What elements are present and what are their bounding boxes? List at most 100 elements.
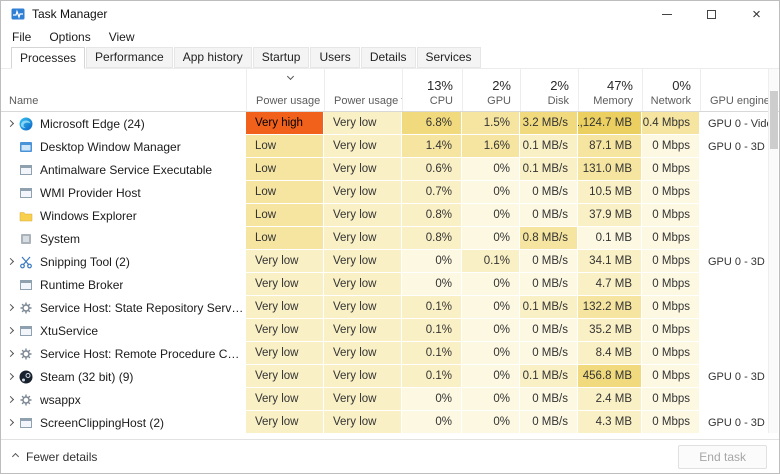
tab-startup[interactable]: Startup	[253, 47, 310, 68]
row-expander[interactable]	[1, 328, 19, 333]
cell-disk[interactable]: 0 MB/s	[520, 388, 578, 411]
cell-memory[interactable]: 35.2 MB	[578, 319, 642, 342]
cell-cpu[interactable]: 0%	[402, 388, 462, 411]
cell-memory[interactable]: 37.9 MB	[578, 204, 642, 227]
process-row-runtime-broker[interactable]: Runtime BrokerVery lowVery low0%0%0 MB/s…	[1, 273, 771, 296]
row-expander[interactable]	[1, 351, 19, 356]
cell-network[interactable]: 0 Mbps	[642, 365, 700, 388]
cell-gpu-engine[interactable]: GPU 0 - 3D	[700, 135, 771, 158]
cell-disk[interactable]: 0 MB/s	[520, 411, 578, 434]
cell-network[interactable]: 0 Mbps	[642, 204, 700, 227]
process-row-antimalware-service-executable[interactable]: Antimalware Service ExecutableLowVery lo…	[1, 158, 771, 181]
cell-disk[interactable]: 0 MB/s	[520, 319, 578, 342]
cell-cpu[interactable]: 0.1%	[402, 342, 462, 365]
column-header-power-usage[interactable]: Power usage	[246, 93, 324, 111]
cell-memory[interactable]: 132.2 MB	[578, 296, 642, 319]
cell-cpu[interactable]: 0.8%	[402, 204, 462, 227]
cell-gpu[interactable]: 0%	[462, 158, 520, 181]
cell-power-usage[interactable]: Low	[246, 181, 324, 204]
row-expander[interactable]	[1, 420, 19, 425]
cell-gpu-engine[interactable]	[700, 273, 771, 296]
process-row-system[interactable]: SystemLowVery low0.8%0%0.8 MB/s0.1 MB0 M…	[1, 227, 771, 250]
tab-users[interactable]: Users	[310, 47, 359, 68]
cell-gpu[interactable]: 0%	[462, 227, 520, 250]
cell-cpu[interactable]: 0.1%	[402, 296, 462, 319]
column-percent-gpu[interactable]: 2%	[462, 69, 520, 93]
cell-power-usage-trend[interactable]: Very low	[324, 365, 402, 388]
cell-network[interactable]: 0 Mbps	[642, 411, 700, 434]
minimize-button[interactable]	[644, 1, 689, 27]
cell-cpu[interactable]: 0.1%	[402, 365, 462, 388]
cell-network[interactable]: 0.4 Mbps	[642, 112, 700, 135]
cell-gpu[interactable]: 0%	[462, 181, 520, 204]
cell-gpu[interactable]: 0%	[462, 388, 520, 411]
process-row-wmi-provider-host[interactable]: WMI Provider HostLowVery low0.7%0%0 MB/s…	[1, 181, 771, 204]
cell-gpu[interactable]: 0%	[462, 411, 520, 434]
cell-network[interactable]: 0 Mbps	[642, 135, 700, 158]
row-expander[interactable]	[1, 305, 19, 310]
column-header-power-usage-trend[interactable]: Power usage tre...	[324, 93, 402, 111]
column-percent-gpu-engine[interactable]	[700, 69, 771, 93]
tab-details[interactable]: Details	[361, 47, 416, 68]
cell-gpu[interactable]: 0%	[462, 273, 520, 296]
cell-network[interactable]: 0 Mbps	[642, 296, 700, 319]
cell-power-usage-trend[interactable]: Very low	[324, 250, 402, 273]
cell-disk[interactable]: 0.1 MB/s	[520, 158, 578, 181]
cell-power-usage-trend[interactable]: Very low	[324, 388, 402, 411]
column-header-gpu[interactable]: GPU	[462, 93, 520, 111]
cell-disk[interactable]: 0 MB/s	[520, 250, 578, 273]
column-percent-disk[interactable]: 2%	[520, 69, 578, 93]
cell-memory[interactable]: 10.5 MB	[578, 181, 642, 204]
cell-power-usage[interactable]: Low	[246, 135, 324, 158]
cell-power-usage-trend[interactable]: Very low	[324, 342, 402, 365]
cell-cpu[interactable]: 0.6%	[402, 158, 462, 181]
cell-power-usage[interactable]: Very low	[246, 388, 324, 411]
tab-services[interactable]: Services	[417, 47, 481, 68]
cell-gpu[interactable]: 0%	[462, 204, 520, 227]
process-row-microsoft-edge-24[interactable]: Microsoft Edge (24)Very highVery low6.8%…	[1, 112, 771, 135]
column-header-cpu[interactable]: CPU	[402, 93, 462, 111]
cell-power-usage[interactable]: Very low	[246, 342, 324, 365]
cell-network[interactable]: 0 Mbps	[642, 319, 700, 342]
cell-network[interactable]: 0 Mbps	[642, 227, 700, 250]
cell-power-usage[interactable]: Very low	[246, 411, 324, 434]
column-percent-memory[interactable]: 47%	[578, 69, 642, 93]
cell-memory[interactable]: 8.4 MB	[578, 342, 642, 365]
cell-disk[interactable]: 0.8 MB/s	[520, 227, 578, 250]
cell-power-usage[interactable]: Low	[246, 227, 324, 250]
cell-power-usage[interactable]: Very low	[246, 273, 324, 296]
cell-memory[interactable]: 87.1 MB	[578, 135, 642, 158]
cell-gpu[interactable]: 1.5%	[462, 112, 520, 135]
cell-network[interactable]: 0 Mbps	[642, 250, 700, 273]
row-expander[interactable]	[1, 259, 19, 264]
process-row-service-host-remote-procedure-call-2[interactable]: Service Host: Remote Procedure Call (2)V…	[1, 342, 771, 365]
column-header-memory[interactable]: Memory	[578, 93, 642, 111]
title-bar[interactable]: Task Manager ×	[1, 1, 779, 27]
maximize-button[interactable]	[689, 1, 734, 27]
cell-memory[interactable]: 34.1 MB	[578, 250, 642, 273]
cell-cpu[interactable]: 0.1%	[402, 319, 462, 342]
cell-network[interactable]: 0 Mbps	[642, 158, 700, 181]
cell-power-usage-trend[interactable]: Very low	[324, 227, 402, 250]
cell-cpu[interactable]: 0%	[402, 411, 462, 434]
cell-gpu[interactable]: 1.6%	[462, 135, 520, 158]
cell-gpu-engine[interactable]	[700, 204, 771, 227]
cell-network[interactable]: 0 Mbps	[642, 181, 700, 204]
cell-gpu-engine[interactable]	[700, 158, 771, 181]
process-row-steam-32-bit-9[interactable]: Steam (32 bit) (9)Very lowVery low0.1%0%…	[1, 365, 771, 388]
cell-power-usage-trend[interactable]: Very low	[324, 181, 402, 204]
cell-power-usage[interactable]: Very low	[246, 250, 324, 273]
cell-power-usage-trend[interactable]: Very low	[324, 158, 402, 181]
cell-power-usage[interactable]: Low	[246, 158, 324, 181]
column-percent-cpu[interactable]: 13%	[402, 69, 462, 93]
cell-memory[interactable]: 1,124.7 MB	[578, 112, 642, 135]
cell-cpu[interactable]: 1.4%	[402, 135, 462, 158]
row-expander[interactable]	[1, 121, 19, 126]
process-row-screenclippinghost-2[interactable]: ScreenClippingHost (2)Very lowVery low0%…	[1, 411, 771, 434]
process-row-service-host-state-repository-service[interactable]: Service Host: State Repository ServiceVe…	[1, 296, 771, 319]
cell-memory[interactable]: 0.1 MB	[578, 227, 642, 250]
column-header-name[interactable]: Name	[1, 93, 246, 111]
menu-options[interactable]: Options	[40, 28, 99, 46]
cell-gpu[interactable]: 0%	[462, 319, 520, 342]
process-row-snipping-tool-2[interactable]: Snipping Tool (2)Very lowVery low0%0.1%0…	[1, 250, 771, 273]
